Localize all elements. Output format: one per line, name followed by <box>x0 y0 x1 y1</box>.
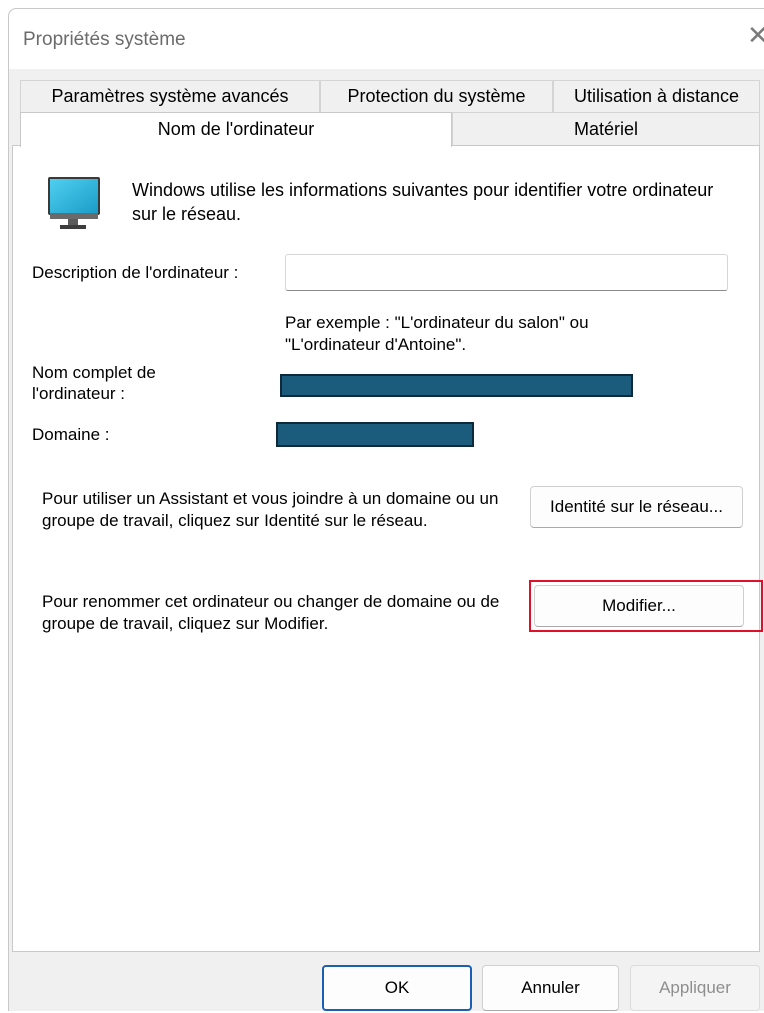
cancel-button[interactable]: Annuler <box>482 965 619 1011</box>
full-name-label: Nom complet de l'ordinateur : <box>32 362 156 404</box>
apply-button[interactable]: Appliquer <box>630 965 760 1011</box>
tab-hardware[interactable]: Matériel <box>452 112 760 146</box>
description-hint: Par exemple : "L'ordinateur du salon" ou… <box>285 312 725 356</box>
domain-label: Domaine : <box>32 425 110 444</box>
hint-line-1: Par exemple : "L'ordinateur du salon" ou <box>285 313 589 332</box>
window-title: Propriétés système <box>23 29 186 50</box>
close-icon[interactable]: ✕ <box>747 23 764 49</box>
description-label: Description de l'ordinateur : <box>32 263 239 282</box>
full-name-label-line-1: Nom complet de <box>32 363 156 382</box>
hint-line-2: "L'ordinateur d'Antoine". <box>285 335 467 354</box>
ok-button[interactable]: OK <box>322 965 472 1011</box>
title-bar: Propriétés système ✕ <box>9 9 764 69</box>
rename-text: Pour renommer cet ordinateur ou changer … <box>42 592 500 633</box>
network-id-text: Pour utiliser un Assistant et vous joind… <box>42 489 499 530</box>
tab-system-protection[interactable]: Protection du système <box>320 80 553 112</box>
domain-redacted <box>276 422 474 447</box>
modify-button[interactable]: Modifier... <box>534 585 744 627</box>
monitor-icon <box>48 177 100 229</box>
tab-computer-name[interactable]: Nom de l'ordinateur <box>20 112 452 147</box>
full-name-label-line-2: l'ordinateur : <box>32 384 126 403</box>
intro-text: Windows utilise les informations suivant… <box>132 180 714 224</box>
network-id-button[interactable]: Identité sur le réseau... <box>530 486 743 528</box>
full-name-redacted <box>280 374 633 397</box>
description-input[interactable] <box>285 254 728 291</box>
tab-remote[interactable]: Utilisation à distance <box>553 80 760 112</box>
tab-advanced-settings[interactable]: Paramètres système avancés <box>20 80 320 112</box>
